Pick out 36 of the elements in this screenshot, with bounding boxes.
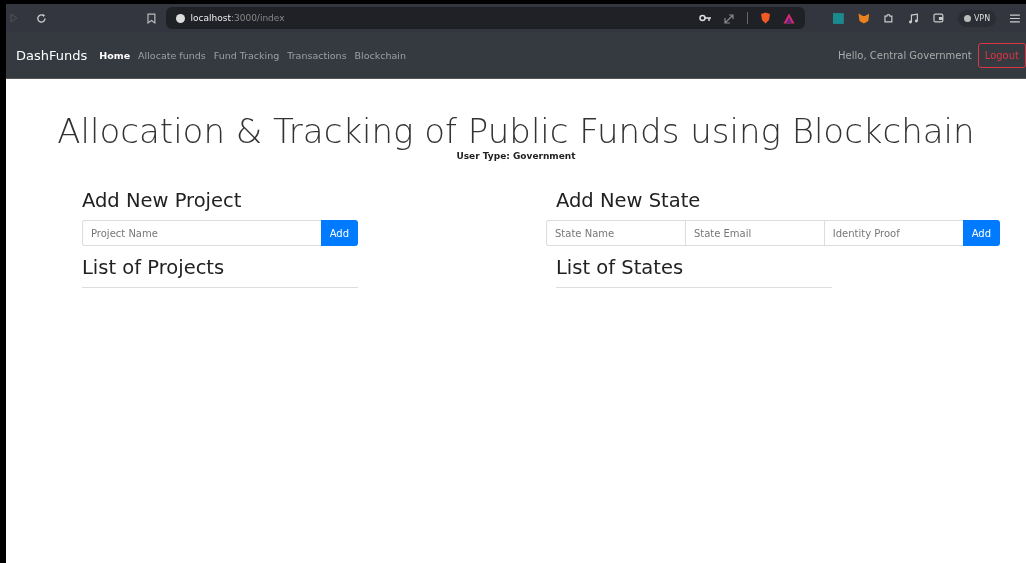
address-bar[interactable]: localhost:3000/index: [165, 7, 805, 29]
shield-icon[interactable]: [759, 12, 771, 24]
key-icon[interactable]: [698, 14, 712, 22]
brand-link[interactable]: DashFunds: [16, 47, 88, 63]
extension-icon[interactable]: [832, 12, 844, 24]
input-field[interactable]: State Name: [546, 220, 685, 246]
fox-icon[interactable]: [857, 12, 870, 24]
nav-link[interactable]: Fund Tracking: [213, 49, 280, 61]
add-button[interactable]: Add: [962, 220, 1000, 246]
section-heading: List of States: [556, 256, 685, 279]
url-host: localhost: [190, 13, 231, 23]
user-type-text: User Type: Government: [455, 151, 577, 161]
nav-link[interactable]: Allocate funds: [138, 49, 206, 61]
add-button[interactable]: Add: [320, 220, 358, 246]
section-heading: Add New Project: [82, 189, 243, 212]
logout-button[interactable]: Logout: [977, 42, 1026, 68]
reload-icon[interactable]: [35, 12, 47, 24]
section-heading: List of Projects: [82, 256, 226, 279]
section-heading: Add New State: [556, 189, 702, 212]
nav-link[interactable]: Home: [99, 49, 131, 61]
input-field[interactable]: Identity Proof: [823, 220, 963, 246]
triangle-icon[interactable]: [782, 12, 795, 24]
input-field[interactable]: Project Name: [82, 220, 321, 246]
url-path: :3000/index: [230, 13, 285, 23]
page-title: Allocation & Tracking of Public Funds using Blockchain: [56, 111, 976, 151]
input-field[interactable]: State Email: [684, 220, 824, 246]
vpn-button[interactable]: VPN: [957, 9, 997, 27]
wallet-icon[interactable]: [933, 13, 944, 23]
nav-link[interactable]: Blockchain: [354, 49, 406, 61]
info-icon: [175, 13, 185, 23]
vpn-icon: [963, 14, 971, 22]
music-icon[interactable]: [908, 12, 920, 24]
menu-icon[interactable]: [1010, 13, 1020, 23]
nav-link[interactable]: Transactions: [287, 49, 347, 61]
bookmark-icon[interactable]: [146, 12, 156, 24]
greeting-text: Hello, Central Government: [838, 49, 972, 61]
